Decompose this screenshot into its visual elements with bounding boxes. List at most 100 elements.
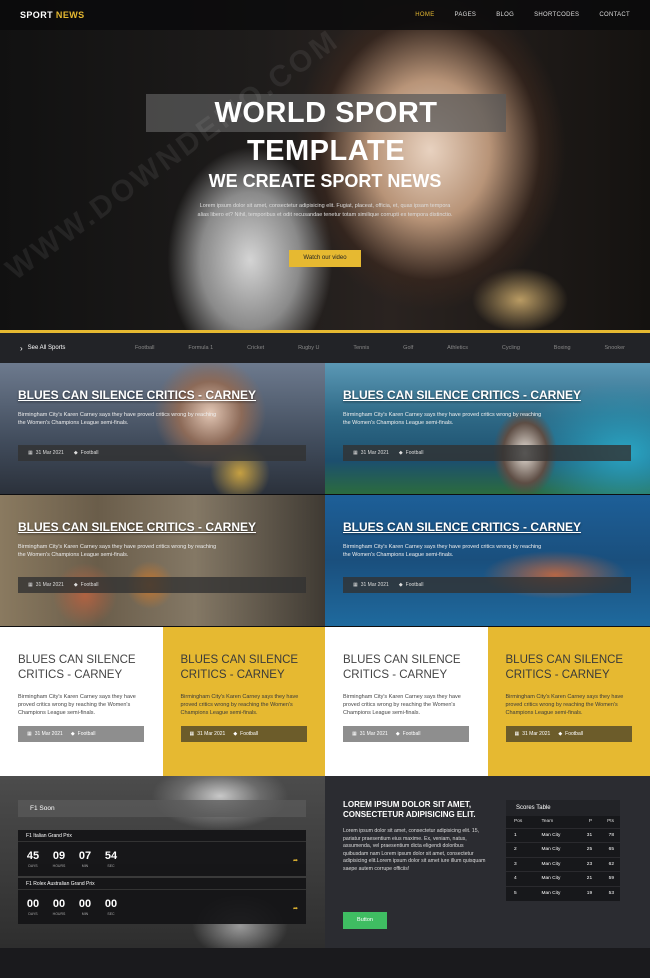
category-link[interactable]: Tennis	[353, 345, 369, 351]
green-button[interactable]: Button	[343, 912, 387, 929]
tag-text: Football	[565, 731, 583, 737]
date-meta: ▦ 31 Mar 2021	[28, 450, 64, 456]
feature-card-title[interactable]: BLUES CAN SILENCE CRITICS - CARNEY	[18, 520, 256, 534]
min-value: 07	[78, 850, 92, 862]
news-card-meta: ▦ 31 Mar 2021 ◆ Football	[343, 726, 469, 742]
feature-card[interactable]: BLUES CAN SILENCE CRITICS - CARNEY Birmi…	[325, 363, 650, 494]
scores-section: Scores Table Pos Team P Pts 1 Man City 31 7…	[488, 776, 650, 948]
news-card-text: Birmingham City's Karen Carney says they…	[180, 694, 299, 716]
tag-meta[interactable]: ◆ Football	[399, 582, 424, 588]
watch-video-button[interactable]: Watch our video	[289, 250, 361, 267]
date-text: 31 Mar 2021	[360, 450, 389, 456]
race-countdown[interactable]: F1 Italian Grand Prix 45 DAYS 09 HOURS 07 M…	[18, 830, 306, 876]
cell: 53	[598, 885, 620, 901]
arrow-icon[interactable]: ➦	[293, 857, 298, 864]
cell: 21	[578, 871, 599, 886]
nav-pages[interactable]: PAGES	[455, 12, 477, 18]
feature-card-text: Birmingham City's Karen Carney says they…	[343, 544, 542, 558]
news-card-title[interactable]: BLUES CAN SILENCE CRITICS - CARNEY	[18, 653, 145, 683]
category-link[interactable]: Rugby U	[298, 345, 319, 351]
tag-meta[interactable]: ◆ Football	[396, 731, 421, 737]
tag-icon: ◆	[398, 582, 403, 588]
top-navbar: SPORT NEWS HOME PAGES BLOG SHORTCODES CO…	[0, 0, 650, 30]
tag-text: Football	[402, 731, 421, 737]
tag-icon: ◆	[398, 450, 403, 456]
feature-card-text: Birmingham City's Karen Carney says they…	[343, 412, 542, 426]
news-card[interactable]: BLUES CAN SILENCE CRITICS - CARNEY Birmi…	[0, 627, 163, 776]
feature-card-text: Birmingham City's Karen Carney says they…	[18, 412, 217, 426]
hero-text: Lorem ipsum dolor sit amet, consectetur …	[197, 203, 453, 218]
see-all-sports-link[interactable]: › See All Sports	[0, 344, 118, 353]
category-link[interactable]: Cricket	[247, 345, 264, 351]
tag-meta[interactable]: ◆ Football	[233, 731, 258, 737]
f1-countdown-widget: F1 Soon F1 Italian Grand Prix 45 DAYS 09 H…	[0, 776, 325, 948]
tag-text: Football	[80, 450, 99, 456]
date-text: 31 Mar 2021	[35, 582, 64, 588]
col-p: P	[588, 819, 593, 825]
scores-table-title: Scores Table	[506, 800, 620, 816]
feature-card-title[interactable]: BLUES CAN SILENCE CRITICS - CARNEY	[18, 388, 256, 402]
news-card[interactable]: BLUES CAN SILENCE CRITICS - CARNEY Birmi…	[325, 627, 488, 776]
news-card-title[interactable]: BLUES CAN SILENCE CRITICS - CARNEY	[181, 653, 308, 683]
calendar-icon: ▦	[27, 731, 32, 737]
category-link[interactable]: Formula 1	[188, 345, 213, 351]
min-value: 00	[78, 898, 92, 910]
feature-card-title[interactable]: BLUES CAN SILENCE CRITICS - CARNEY	[343, 388, 581, 402]
table-row: 4 Man City 21 59	[506, 871, 620, 886]
date-meta: ▦ 31 Mar 2021	[190, 731, 226, 737]
table-row: 3 Man City 23 62	[506, 856, 620, 872]
cell: Man City	[533, 856, 579, 872]
f1-widget-title: F1 Soon	[18, 800, 306, 817]
nav-shortcodes[interactable]: SHORTCODES	[534, 12, 579, 18]
category-link[interactable]: Cycling	[502, 345, 520, 351]
category-link[interactable]: Golf	[403, 345, 413, 351]
date-meta: ▦ 31 Mar 2021	[352, 731, 388, 737]
tag-meta[interactable]: ◆ Football	[399, 450, 424, 456]
cell: 2	[506, 842, 534, 857]
date-meta: ▦ 31 Mar 2021	[28, 582, 64, 588]
nav-contact[interactable]: CONTACT	[599, 12, 630, 18]
tag-meta[interactable]: ◆ Football	[558, 731, 583, 737]
nav-home[interactable]: HOME	[415, 12, 434, 18]
feature-card[interactable]: BLUES CAN SILENCE CRITICS - CARNEY Birmi…	[0, 363, 325, 494]
news-card-meta: ▦ 31 Mar 2021 ◆ Football	[505, 726, 632, 742]
category-link[interactable]: Athletics	[447, 345, 468, 351]
hours-label: HOURS	[52, 912, 66, 916]
tag-meta[interactable]: ◆ Football	[74, 582, 99, 588]
tag-meta[interactable]: ◆ Football	[71, 731, 96, 737]
date-meta: ▦ 31 Mar 2021	[27, 731, 63, 737]
category-link[interactable]: Football	[135, 345, 155, 351]
date-text: 31 Mar 2021	[197, 731, 226, 737]
table-row: 1 Man City 31 78	[506, 827, 620, 843]
calendar-icon: ▦	[28, 450, 33, 456]
news-card-title[interactable]: BLUES CAN SILENCE CRITICS - CARNEY	[343, 653, 470, 683]
tag-text: Football	[405, 450, 424, 456]
category-link[interactable]: Boxing	[554, 345, 571, 351]
cell: Man City	[533, 871, 579, 886]
tag-icon: ◆	[73, 582, 78, 588]
date-text: 31 Mar 2021	[34, 731, 63, 737]
calendar-icon: ▦	[353, 582, 358, 588]
news-card-title[interactable]: BLUES CAN SILENCE CRITICS - CARNEY	[506, 653, 633, 683]
race-countdown[interactable]: F1 Rolex Australian Grand Prix 00 DAYS 00…	[18, 878, 306, 924]
cell: 23	[578, 856, 599, 872]
news-card[interactable]: BLUES CAN SILENCE CRITICS - CARNEY Birmi…	[162, 627, 325, 776]
tag-meta[interactable]: ◆ Football	[74, 450, 99, 456]
hours-value: 09	[52, 850, 66, 862]
arrow-icon[interactable]: ➦	[293, 905, 298, 912]
table-row: 2 Man City 25 65	[506, 842, 620, 857]
countdown-min: 07 MIN	[78, 850, 92, 876]
nav-blog[interactable]: BLOG	[496, 12, 514, 18]
main-nav: HOME PAGES BLOG SHORTCODES CONTACT	[415, 12, 630, 18]
sec-label: SEC	[107, 864, 115, 868]
feature-card-title[interactable]: BLUES CAN SILENCE CRITICS - CARNEY	[343, 520, 581, 534]
feature-card[interactable]: BLUES CAN SILENCE CRITICS - CARNEY Birmi…	[325, 495, 650, 626]
feature-card[interactable]: BLUES CAN SILENCE CRITICS - CARNEY Birmi…	[0, 495, 325, 626]
cell: 31	[578, 827, 599, 843]
category-link[interactable]: Snooker	[605, 345, 626, 351]
news-card[interactable]: BLUES CAN SILENCE CRITICS - CARNEY Birmi…	[487, 627, 650, 776]
cell: 59	[598, 871, 620, 886]
site-logo[interactable]: SPORT NEWS	[20, 10, 85, 20]
date-text: 31 Mar 2021	[359, 731, 388, 737]
news-card-text: Birmingham City's Karen Carney says they…	[18, 694, 136, 716]
